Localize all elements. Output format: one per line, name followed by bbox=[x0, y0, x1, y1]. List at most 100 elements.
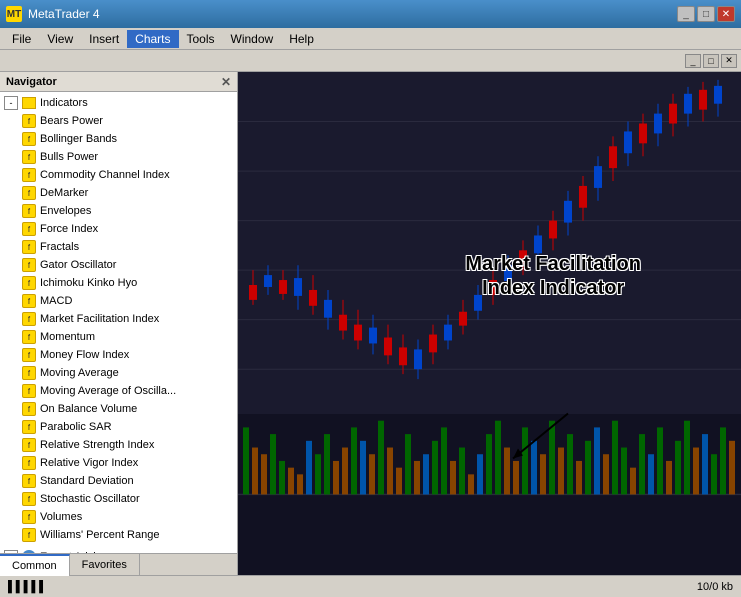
chart-area[interactable]: Market Facilitation Index Indicator bbox=[238, 72, 741, 575]
chart-status-icon: ▌▌▌▌▌ bbox=[8, 581, 47, 593]
list-item[interactable]: f Williams' Percent Range bbox=[0, 526, 237, 544]
list-item[interactable]: f Envelopes bbox=[0, 202, 237, 220]
menu-charts[interactable]: Charts bbox=[127, 30, 178, 48]
kb-info: 10/0 kb bbox=[697, 581, 733, 593]
app-icon: MT bbox=[6, 6, 22, 22]
item-label: On Balance Volume bbox=[40, 403, 137, 415]
list-item[interactable]: f Bears Power bbox=[0, 112, 237, 130]
indicator-icon: f bbox=[22, 240, 36, 254]
sub-minimize-button[interactable]: _ bbox=[685, 54, 701, 68]
menu-view[interactable]: View bbox=[39, 30, 81, 48]
item-label: Standard Deviation bbox=[40, 475, 134, 487]
tab-common[interactable]: Common bbox=[0, 554, 70, 576]
item-label: Ichimoku Kinko Hyo bbox=[40, 277, 137, 289]
list-item[interactable]: f Parabolic SAR bbox=[0, 418, 237, 436]
tree-container[interactable]: - Indicators f Bears Power f Bollinger B… bbox=[0, 92, 237, 553]
item-label: Bears Power bbox=[40, 115, 103, 127]
item-label: Moving Average of Oscilla... bbox=[40, 385, 176, 397]
list-item[interactable]: f Market Facilitation Index bbox=[0, 310, 237, 328]
indicator-icon: f bbox=[22, 132, 36, 146]
indicator-icon: f bbox=[22, 312, 36, 326]
list-item[interactable]: f Bollinger Bands bbox=[0, 130, 237, 148]
status-right: 10/0 kb bbox=[697, 581, 733, 593]
indicators-section-header[interactable]: - Indicators bbox=[0, 94, 237, 112]
item-label: Money Flow Index bbox=[40, 349, 129, 361]
minimize-button[interactable]: _ bbox=[677, 6, 695, 22]
item-label: Moving Average bbox=[40, 367, 119, 379]
indicator-icon: f bbox=[22, 348, 36, 362]
indicator-icon: f bbox=[22, 294, 36, 308]
list-item[interactable]: f Moving Average bbox=[0, 364, 237, 382]
list-item[interactable]: f Bulls Power bbox=[0, 148, 237, 166]
list-item[interactable]: f DeMarker bbox=[0, 184, 237, 202]
indicator-icon: f bbox=[22, 510, 36, 524]
indicator-icon: f bbox=[22, 492, 36, 506]
title-text: MetaTrader 4 bbox=[28, 7, 100, 21]
sub-restore-button[interactable]: □ bbox=[703, 54, 719, 68]
indicators-folder-icon bbox=[22, 97, 36, 109]
indicator-icon: f bbox=[22, 258, 36, 272]
status-bar: ▌▌▌▌▌ 10/0 kb bbox=[0, 575, 741, 597]
item-label: Parabolic SAR bbox=[40, 421, 112, 433]
list-item[interactable]: f Momentum bbox=[0, 328, 237, 346]
tab-favorites[interactable]: Favorites bbox=[70, 554, 140, 575]
maximize-button[interactable]: □ bbox=[697, 6, 715, 22]
item-label: Volumes bbox=[40, 511, 82, 523]
menu-insert[interactable]: Insert bbox=[81, 30, 127, 48]
indicator-icon: f bbox=[22, 330, 36, 344]
list-item[interactable]: f Relative Strength Index bbox=[0, 436, 237, 454]
menu-tools[interactable]: Tools bbox=[179, 30, 223, 48]
item-label: MACD bbox=[40, 295, 72, 307]
list-item[interactable]: f Relative Vigor Index bbox=[0, 454, 237, 472]
title-bar: MT MetaTrader 4 _ □ ✕ bbox=[0, 0, 741, 28]
close-button[interactable]: ✕ bbox=[717, 6, 735, 22]
indicator-icon: f bbox=[22, 222, 36, 236]
status-left: ▌▌▌▌▌ bbox=[8, 581, 47, 593]
navigator-header: Navigator ✕ bbox=[0, 72, 237, 92]
list-item[interactable]: f Stochastic Oscillator bbox=[0, 490, 237, 508]
list-item[interactable]: f Commodity Channel Index bbox=[0, 166, 237, 184]
item-label: Bulls Power bbox=[40, 151, 98, 163]
list-item[interactable]: f MACD bbox=[0, 292, 237, 310]
list-item[interactable]: f Ichimoku Kinko Hyo bbox=[0, 274, 237, 292]
item-label: Williams' Percent Range bbox=[40, 529, 159, 541]
list-item[interactable]: f Fractals bbox=[0, 238, 237, 256]
bar-chart bbox=[238, 414, 741, 575]
chart-annotation: Market Facilitation Index Indicator bbox=[465, 252, 641, 300]
expert-advisors-section: + Expert Advisors bbox=[0, 546, 237, 553]
navigator-title: Navigator bbox=[6, 76, 57, 88]
indicators-section: - Indicators f Bears Power f Bollinger B… bbox=[0, 92, 237, 546]
list-item[interactable]: f Force Index bbox=[0, 220, 237, 238]
indicator-icon: f bbox=[22, 528, 36, 542]
list-item[interactable]: f Volumes bbox=[0, 508, 237, 526]
navigator-close-button[interactable]: ✕ bbox=[221, 75, 231, 89]
list-item[interactable]: f Standard Deviation bbox=[0, 472, 237, 490]
indicator-icon: f bbox=[22, 204, 36, 218]
indicators-label: Indicators bbox=[40, 97, 88, 109]
list-item[interactable]: f Moving Average of Oscilla... bbox=[0, 382, 237, 400]
item-label: Gator Oscillator bbox=[40, 259, 116, 271]
item-label: Envelopes bbox=[40, 205, 91, 217]
sub-close-button[interactable]: ✕ bbox=[721, 54, 737, 68]
indicator-icon: f bbox=[22, 402, 36, 416]
item-label: Fractals bbox=[40, 241, 79, 253]
indicator-icon: f bbox=[22, 276, 36, 290]
sub-window-bar: _ □ ✕ bbox=[0, 50, 741, 72]
navigator-tabs: Common Favorites bbox=[0, 553, 237, 575]
list-item[interactable]: f Gator Oscillator bbox=[0, 256, 237, 274]
item-label: DeMarker bbox=[40, 187, 88, 199]
list-item[interactable]: f Money Flow Index bbox=[0, 346, 237, 364]
indicator-icon: f bbox=[22, 114, 36, 128]
indicator-icon: f bbox=[22, 150, 36, 164]
menu-file[interactable]: File bbox=[4, 30, 39, 48]
indicator-icon: f bbox=[22, 384, 36, 398]
item-label: Relative Strength Index bbox=[40, 439, 154, 451]
title-controls: _ □ ✕ bbox=[677, 6, 735, 22]
menu-help[interactable]: Help bbox=[281, 30, 322, 48]
menu-window[interactable]: Window bbox=[223, 30, 282, 48]
indicator-icon: f bbox=[22, 474, 36, 488]
item-label: Stochastic Oscillator bbox=[40, 493, 140, 505]
indicators-expand-icon[interactable]: - bbox=[4, 96, 18, 110]
list-item[interactable]: f On Balance Volume bbox=[0, 400, 237, 418]
indicator-icon: f bbox=[22, 420, 36, 434]
